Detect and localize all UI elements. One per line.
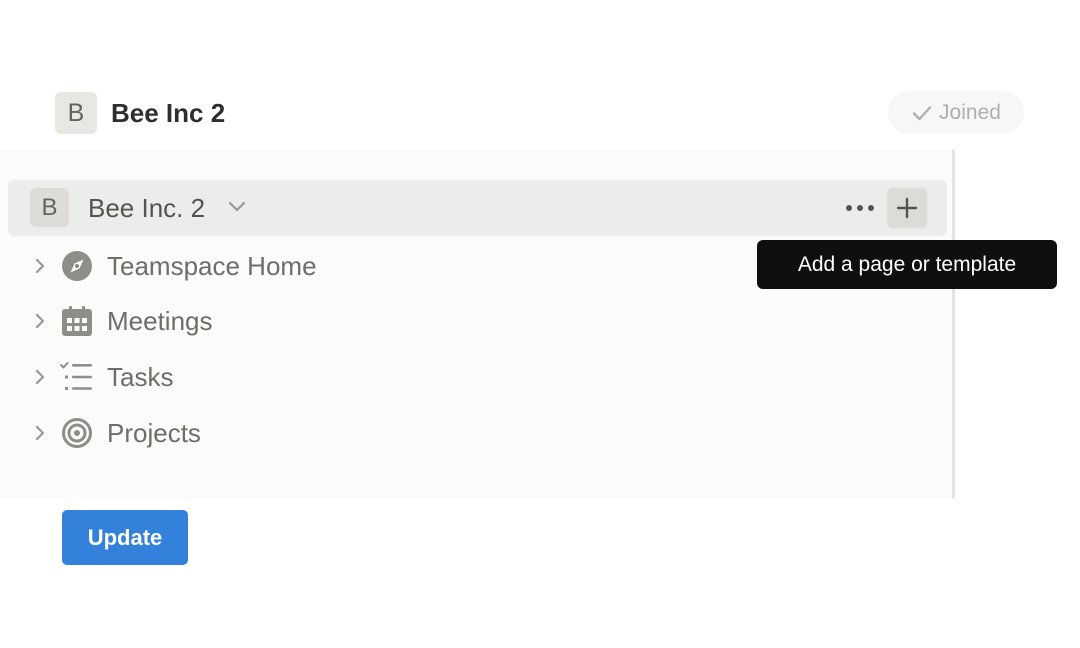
tooltip: Add a page or template [757,240,1057,289]
workspace-title: Bee Inc 2 [111,97,226,128]
sidebar-item-label: Teamspace Home [107,250,317,281]
check-icon [912,105,932,120]
sidebar-item-label: Meetings [107,305,213,336]
expand-toggle[interactable] [28,254,52,278]
workspace-avatar: B [55,92,97,134]
sidebar-item-teamspace-home[interactable]: Teamspace Home [28,242,628,290]
add-page-button[interactable] [887,188,927,228]
expand-toggle[interactable] [28,365,52,389]
workspace-header: B Bee Inc 2 [55,92,225,134]
sidebar-item-label: Tasks [107,361,174,392]
expand-toggle[interactable] [28,309,52,333]
target-icon [60,416,94,450]
workspace-row[interactable]: B Bee Inc. 2 [8,180,947,236]
joined-label: Joined [939,100,1001,124]
expand-toggle[interactable] [28,421,52,445]
chevron-right-icon [35,425,45,441]
workspace-row-avatar: B [30,188,69,227]
workspace-row-name: Bee Inc. 2 [88,193,206,223]
checklist-icon [60,360,94,394]
joined-button[interactable]: Joined [888,91,1024,134]
update-button[interactable]: Update [62,510,188,565]
chevron-down-icon[interactable] [228,200,246,214]
plus-icon [896,197,918,219]
calendar-icon [60,304,94,338]
teamspace-sidebar: B Bee Inc. 2 Teamspace Home Meetings Tas… [0,150,955,498]
more-options-icon[interactable] [844,198,876,218]
chevron-right-icon [35,369,45,385]
chevron-right-icon [35,258,45,274]
sidebar-item-projects[interactable]: Projects [28,409,628,457]
chevron-right-icon [35,313,45,329]
sidebar-item-tasks[interactable]: Tasks [28,353,628,401]
sidebar-item-meetings[interactable]: Meetings [28,297,628,345]
page: B Bee Inc 2 Joined B Bee Inc. 2 Teamspac… [0,0,1080,648]
sidebar-item-label: Projects [107,417,201,448]
compass-icon [60,249,94,283]
